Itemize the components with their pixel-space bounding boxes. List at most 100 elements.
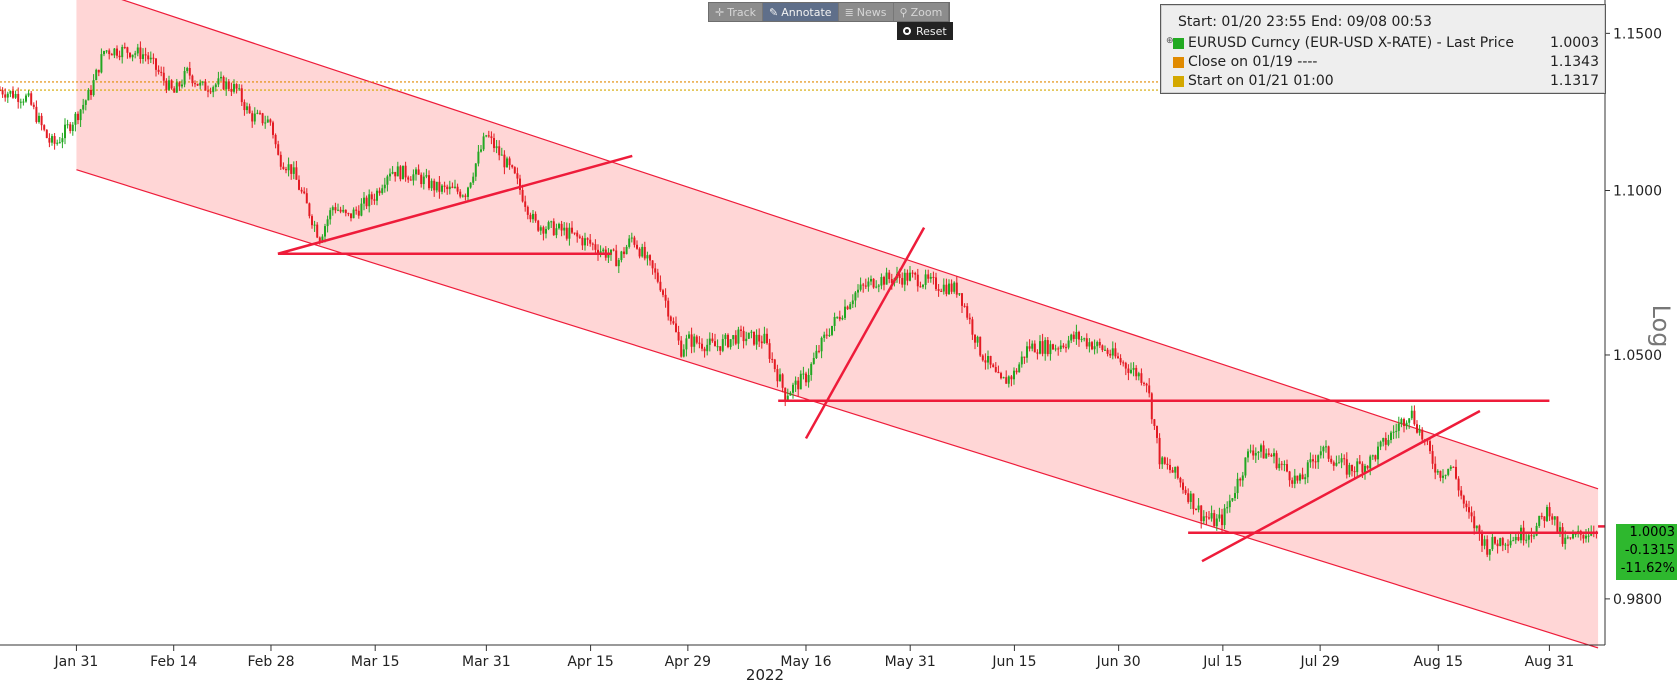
candle-body — [246, 106, 248, 111]
candle-body — [1278, 463, 1281, 469]
candle-body — [48, 137, 51, 143]
candle-body — [711, 338, 714, 342]
start-swatch — [1173, 75, 1184, 87]
candle-body — [846, 306, 849, 310]
x-tick-label: Mar 15 — [351, 654, 400, 670]
candle-body — [277, 144, 280, 155]
candle-body — [659, 281, 662, 291]
candle-body — [1587, 535, 1590, 537]
candle-body — [526, 206, 529, 215]
candle-body — [1135, 367, 1138, 377]
candle-body — [1192, 493, 1195, 509]
candle-body — [1309, 459, 1312, 463]
candle-body — [1405, 422, 1408, 427]
candle-body — [290, 164, 293, 174]
candle-body — [160, 71, 163, 73]
candle-body — [285, 169, 287, 171]
candle-body — [807, 374, 810, 383]
candle-body — [799, 373, 802, 390]
candle-body — [578, 236, 581, 238]
candle-body — [1546, 507, 1548, 521]
candle-body — [217, 78, 220, 85]
candle-body — [812, 357, 815, 364]
candle-body — [1556, 516, 1559, 532]
candle-body — [1366, 465, 1369, 469]
candle-body — [1299, 474, 1301, 481]
candle-body — [607, 254, 610, 258]
toolbar-track-button[interactable]: ✛ Track — [709, 3, 764, 21]
reset-button[interactable]: Reset — [897, 22, 953, 40]
candle-body — [181, 84, 183, 87]
candle-body — [672, 321, 675, 324]
candle-body — [415, 169, 417, 175]
candle-body — [690, 334, 693, 347]
toolbar-button-label: Annotate — [781, 5, 832, 19]
candle-body — [82, 104, 85, 110]
candle-body — [1153, 419, 1156, 426]
candle-body — [142, 54, 144, 59]
candle-body — [1390, 432, 1392, 440]
candle-body — [1553, 516, 1556, 520]
close-swatch — [1173, 56, 1184, 68]
news-icon: ≣ — [844, 5, 854, 19]
candle-body — [1111, 348, 1114, 356]
candle-body — [576, 232, 579, 237]
legend-row-close[interactable]: Close on 01/19 ---- 1.1343 — [1165, 53, 1599, 71]
candle-body — [924, 274, 927, 285]
candle-body — [937, 289, 940, 291]
candle-body — [594, 244, 597, 250]
candle-body — [693, 336, 696, 347]
candle-body — [438, 181, 441, 192]
candle-body — [1304, 477, 1307, 480]
candle-body — [1265, 453, 1268, 459]
toolbar-annotate-button[interactable]: ✎ Annotate — [763, 3, 839, 21]
candle-body — [1049, 344, 1052, 355]
candle-body — [87, 89, 90, 101]
candle-body — [1187, 493, 1190, 502]
candle-body — [1130, 369, 1132, 373]
candle-body — [441, 185, 443, 192]
y-tick-label: 1.1000 — [1613, 184, 1662, 200]
legend-label: EURUSD Curncy (EUR-USD X-RATE) - Last Pr… — [1188, 35, 1514, 51]
candle-body — [675, 323, 677, 332]
candle-body — [472, 176, 475, 183]
candle-body — [425, 175, 428, 177]
candle-body — [742, 330, 745, 342]
candle-body — [857, 289, 859, 293]
toolbar-news-button[interactable]: ≣ News — [839, 3, 894, 21]
candle-body — [1189, 493, 1192, 502]
candle-body — [870, 278, 872, 282]
candle-body — [885, 272, 888, 285]
toolbar-zoom-button[interactable]: ⚲ Zoom — [894, 3, 950, 21]
legend-row-start[interactable]: Start on 01/21 01:00 1.1317 — [1165, 72, 1599, 90]
candle-body — [1439, 470, 1442, 478]
candle-body — [646, 255, 649, 259]
candle-body — [373, 199, 376, 201]
candle-body — [292, 167, 295, 174]
candle-body — [727, 334, 729, 348]
candle-body — [1416, 424, 1418, 433]
candle-body — [779, 374, 781, 382]
candle-body — [1228, 500, 1231, 508]
candle-body — [773, 359, 776, 370]
candle-body — [386, 176, 389, 185]
candle-body — [747, 332, 750, 339]
candle-body — [667, 300, 670, 317]
candle-body — [654, 268, 657, 273]
candle-body — [1015, 370, 1018, 373]
candle-body — [409, 179, 412, 181]
candle-body — [186, 67, 189, 71]
candle-body — [1535, 525, 1538, 536]
candle-body — [300, 189, 303, 192]
candle-body — [17, 93, 20, 102]
candle-body — [69, 124, 72, 132]
candle-body — [1418, 429, 1421, 433]
legend-row-last-price[interactable]: EURUSD Curncy (EUR-USD X-RATE) - Last Pr… — [1165, 34, 1599, 52]
candle-body — [1109, 353, 1112, 356]
candle-body — [766, 333, 768, 344]
last-value-badge: 1.0003 -0.1315 -11.62% — [1616, 524, 1677, 580]
candle-body — [305, 193, 308, 204]
candle-body — [1447, 468, 1450, 475]
candle-body — [1338, 462, 1340, 464]
price-chart: 1.1500 1.1000 1.0500 0.9800 Jan 31 Feb 14 Feb… — [0, 0, 1675, 684]
